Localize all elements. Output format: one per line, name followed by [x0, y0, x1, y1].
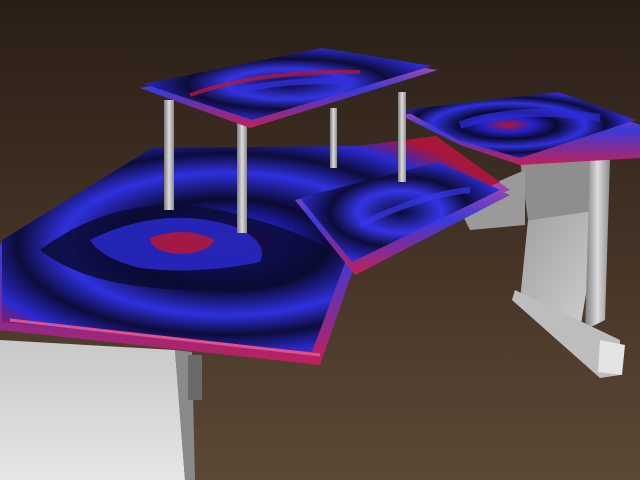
desk-render-scene	[0, 0, 640, 480]
left-pedestal	[0, 340, 202, 480]
